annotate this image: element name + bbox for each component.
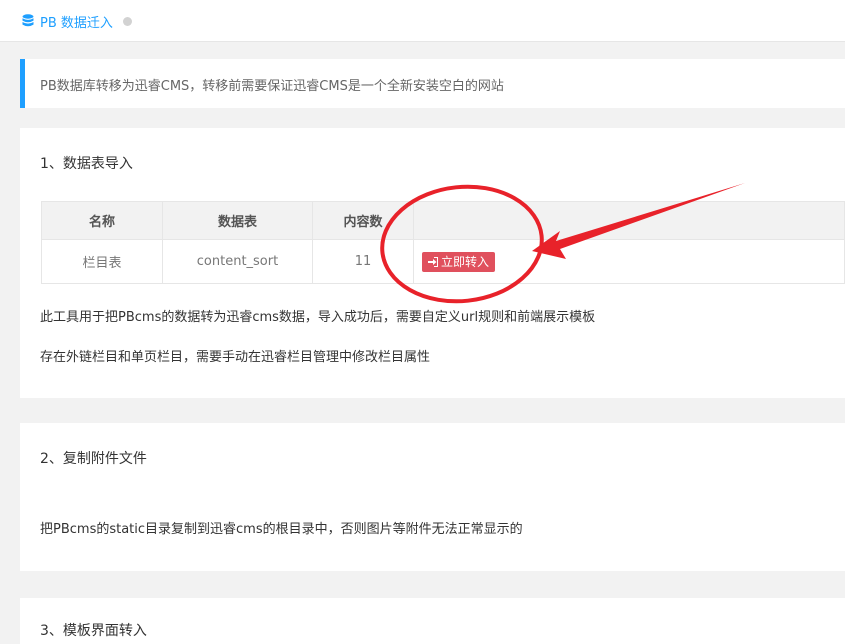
section2-note: 把PBcms的static目录复制到迅睿cms的根目录中，否则图片等附件无法正常…: [40, 522, 523, 537]
tab-label: PB 数据迁入: [40, 15, 113, 31]
notice-bar: PB数据库转移为迅睿CMS，转移前需要保证迅睿CMS是一个全新安装空白的网站: [20, 59, 845, 108]
cell-action: 立即转入: [413, 239, 845, 284]
table-header-row: 名称 数据表 内容数: [41, 201, 845, 240]
section-table-import: 1、数据表导入 名称 数据表 内容数 栏目表 content_sort 11 立…: [20, 128, 845, 398]
sign-in-icon: [428, 256, 438, 267]
import-now-label: 立即转入: [441, 255, 490, 269]
col-header-action: [413, 201, 845, 240]
cell-count: 11: [312, 239, 414, 284]
section-template-import: 3、模板界面转入: [20, 598, 845, 644]
col-header-table: 数据表: [162, 201, 313, 240]
col-header-count: 内容数: [312, 201, 414, 240]
top-tab-bar: PB 数据迁入: [0, 0, 845, 42]
import-table: 名称 数据表 内容数 栏目表 content_sort 11 立即转入: [41, 201, 845, 284]
table-row: 栏目表 content_sort 11 立即转入: [41, 239, 845, 284]
tab-close-dot[interactable]: [122, 16, 132, 26]
section1-title: 1、数据表导入: [40, 156, 133, 172]
tab-pb-data-import[interactable]: PB 数据迁入: [22, 11, 132, 31]
section-copy-attachments: 2、复制附件文件 把PBcms的static目录复制到迅睿cms的根目录中，否则…: [20, 423, 845, 571]
section1-note-1: 此工具用于把PBcms的数据转为迅睿cms数据，导入成功后，需要自定义url规则…: [40, 310, 596, 325]
section2-title: 2、复制附件文件: [40, 451, 147, 467]
notice-text: PB数据库转移为迅睿CMS，转移前需要保证迅睿CMS是一个全新安装空白的网站: [40, 79, 504, 94]
section1-note-2: 存在外链栏目和单页栏目，需要手动在迅睿栏目管理中修改栏目属性: [40, 350, 431, 365]
database-icon: [22, 14, 34, 27]
cell-table: content_sort: [162, 239, 313, 284]
col-header-name: 名称: [41, 201, 163, 240]
import-now-button[interactable]: 立即转入: [422, 251, 496, 272]
cell-name: 栏目表: [41, 239, 163, 284]
section3-title: 3、模板界面转入: [40, 623, 147, 639]
